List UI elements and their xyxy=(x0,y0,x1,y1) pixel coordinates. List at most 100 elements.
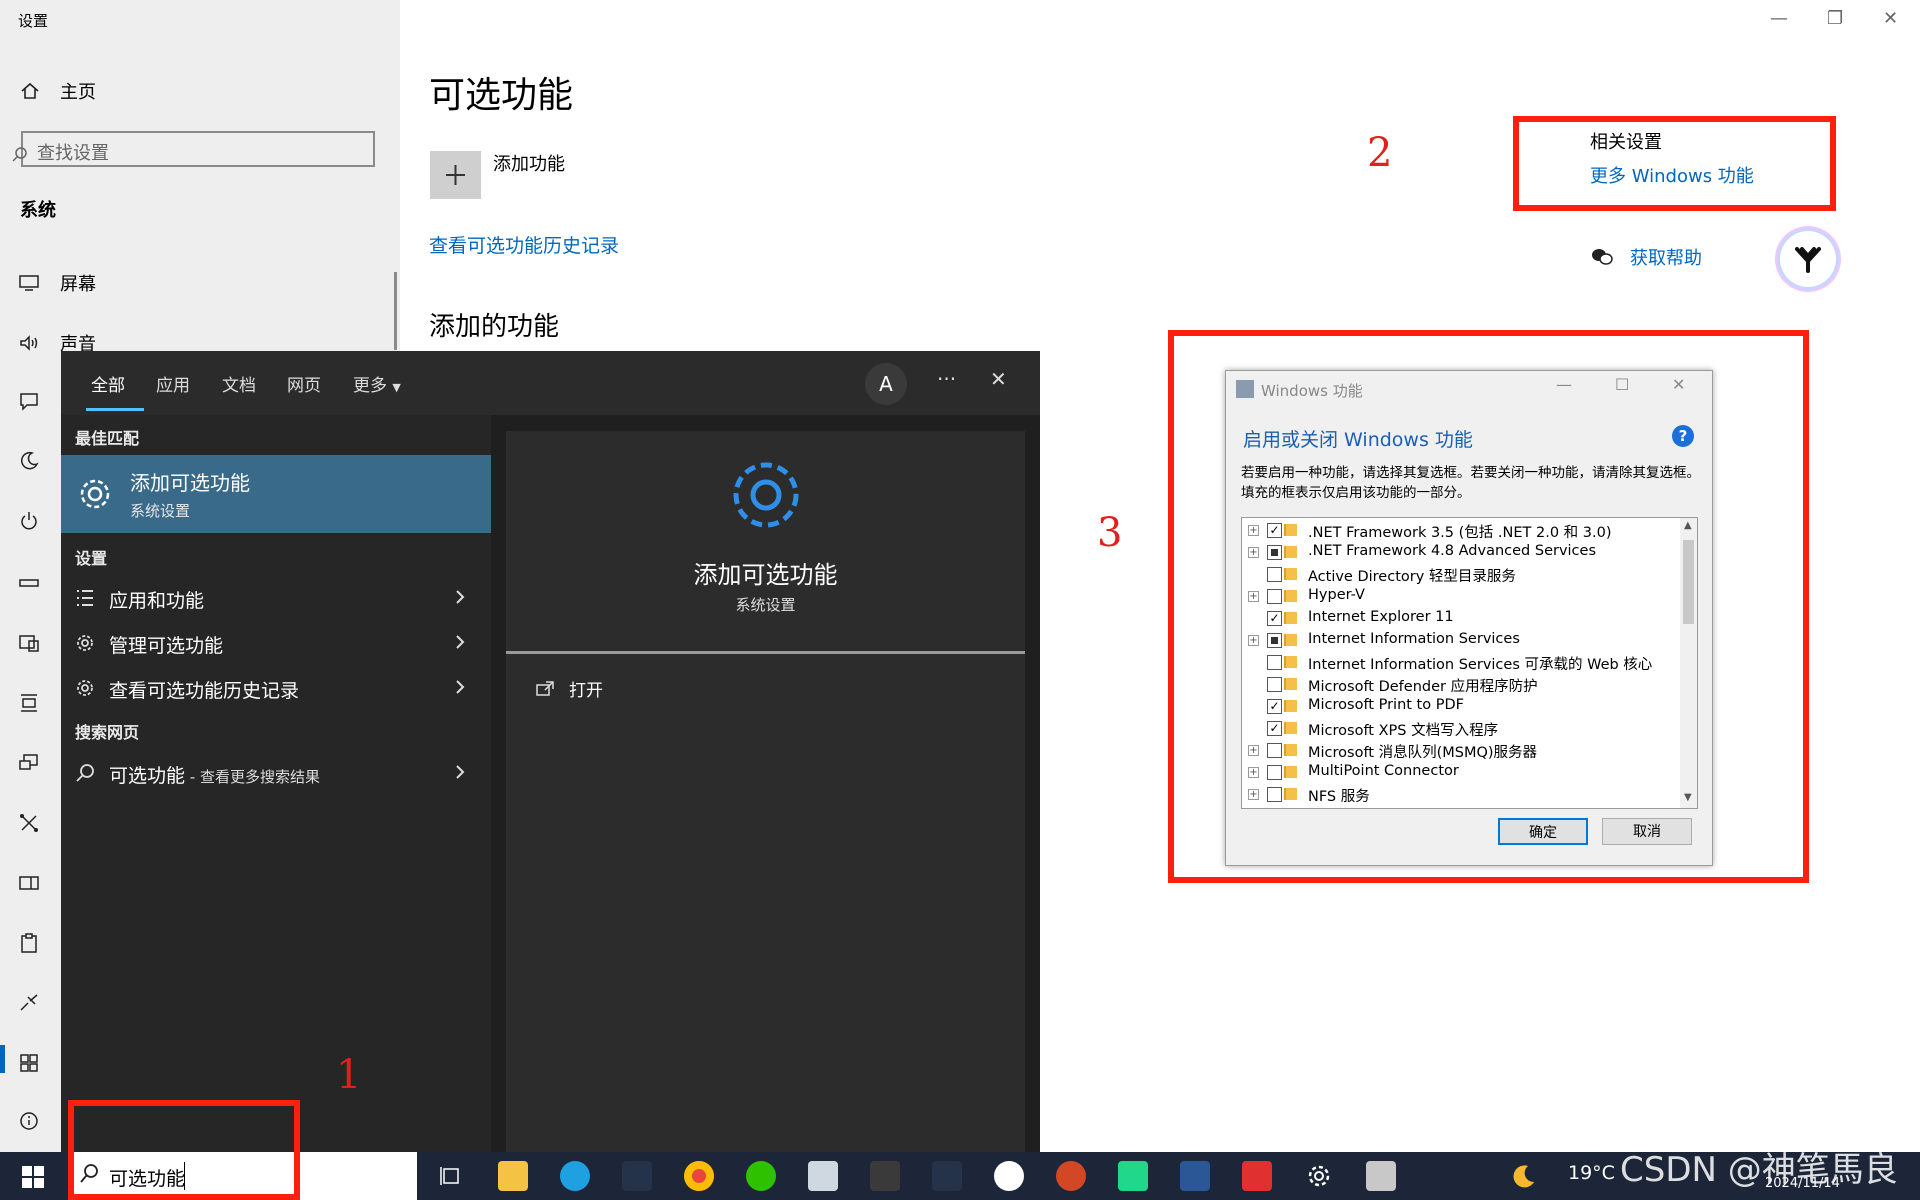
expand-icon[interactable]: + xyxy=(1248,745,1259,756)
multitask-icon[interactable] xyxy=(18,692,40,714)
tab-apps[interactable]: 应用 xyxy=(156,371,190,396)
projecting-icon[interactable] xyxy=(18,752,40,774)
close-icon[interactable]: ✕ xyxy=(1883,8,1898,29)
minimize-icon[interactable]: — xyxy=(1770,8,1788,29)
notification-icon[interactable] xyxy=(18,390,40,412)
expand-icon[interactable]: + xyxy=(1248,789,1259,800)
more-options-icon[interactable]: ··· xyxy=(937,367,956,391)
tablet-icon[interactable] xyxy=(18,632,40,654)
feature-row[interactable]: + Hyper-V xyxy=(1242,586,1672,608)
view-history-link[interactable]: 查看可选功能历史记录 xyxy=(429,231,619,258)
expand-icon[interactable]: + xyxy=(1248,767,1259,778)
feature-row[interactable]: + NFS 服务 xyxy=(1242,784,1672,806)
start-icon[interactable] xyxy=(22,1166,44,1188)
task-view-icon[interactable] xyxy=(436,1161,466,1191)
assistant-logo-icon[interactable] xyxy=(1780,231,1836,287)
edge-icon[interactable] xyxy=(560,1161,590,1191)
maximize-icon[interactable]: ☐ xyxy=(1615,375,1629,394)
chrome-icon[interactable] xyxy=(684,1161,714,1191)
terminal-icon[interactable] xyxy=(870,1161,900,1191)
feature-row[interactable]: Microsoft Defender 应用程序防护 xyxy=(1242,674,1672,696)
settings-gear-icon[interactable] xyxy=(1304,1161,1334,1191)
feature-checkbox[interactable] xyxy=(1267,787,1282,802)
feature-row[interactable]: + MultiPoint Connector xyxy=(1242,762,1672,784)
remote-desktop-icon[interactable] xyxy=(18,992,40,1014)
help-icon[interactable]: ? xyxy=(1672,425,1694,447)
app-icon[interactable] xyxy=(1366,1161,1396,1191)
minimize-icon[interactable]: — xyxy=(1556,375,1572,394)
feature-row[interactable]: Internet Information Services 可承载的 Web 核… xyxy=(1242,652,1672,674)
feature-checkbox[interactable] xyxy=(1267,545,1282,560)
tree-scroll-thumb[interactable] xyxy=(1683,540,1694,624)
ok-button[interactable]: 确定 xyxy=(1498,818,1588,845)
feature-row[interactable]: ✓ Microsoft XPS 文档写入程序 xyxy=(1242,718,1672,740)
feature-checkbox[interactable] xyxy=(1267,743,1282,758)
feature-checkbox[interactable] xyxy=(1267,765,1282,780)
about-icon[interactable] xyxy=(18,1110,40,1132)
tab-documents[interactable]: 文档 xyxy=(222,371,256,396)
result-manage-optional-features[interactable]: 管理可选功能 xyxy=(61,621,491,665)
file-explorer-icon[interactable] xyxy=(498,1161,528,1191)
clipboard-icon[interactable] xyxy=(18,932,40,954)
scroll-up-icon[interactable]: ▲ xyxy=(1684,520,1692,531)
feature-row[interactable]: ✓ Internet Explorer 11 xyxy=(1242,608,1672,630)
zy-app-icon[interactable] xyxy=(1242,1161,1272,1191)
qq-icon[interactable] xyxy=(994,1161,1024,1191)
feature-checkbox[interactable]: ✓ xyxy=(1267,721,1282,736)
power-icon[interactable] xyxy=(18,510,40,532)
restore-icon[interactable]: ❐ xyxy=(1827,8,1843,29)
features-tree[interactable]: ▲ ▼ + ✓ .NET Framework 3.5 (包括 .NET 2.0 和 … xyxy=(1241,517,1698,809)
feature-checkbox[interactable] xyxy=(1267,677,1282,692)
expand-icon[interactable]: + xyxy=(1248,591,1259,602)
add-feature-button[interactable] xyxy=(430,151,481,199)
feature-checkbox[interactable]: ✓ xyxy=(1267,611,1282,626)
cancel-button[interactable]: 取消 xyxy=(1602,818,1692,845)
result-view-history[interactable]: 查看可选功能历史记录 xyxy=(61,666,491,710)
sidebar-scrollbar[interactable] xyxy=(394,272,397,350)
app-icon[interactable] xyxy=(808,1161,838,1191)
feature-checkbox[interactable]: ✓ xyxy=(1267,699,1282,714)
close-icon[interactable]: ✕ xyxy=(990,367,1007,391)
get-help-link[interactable]: 获取帮助 xyxy=(1590,244,1702,270)
pycharm-icon[interactable] xyxy=(1118,1161,1148,1191)
app-icon[interactable] xyxy=(932,1161,962,1191)
tab-all[interactable]: 全部 xyxy=(91,371,125,396)
close-icon[interactable]: ✕ xyxy=(1672,375,1685,394)
feature-checkbox[interactable] xyxy=(1267,655,1282,670)
feature-row[interactable]: + ✓ .NET Framework 3.5 (包括 .NET 2.0 和 3.0) xyxy=(1242,520,1672,542)
powerpoint-icon[interactable] xyxy=(1056,1161,1086,1191)
feature-checkbox[interactable] xyxy=(1267,589,1282,604)
open-action[interactable]: 打开 xyxy=(535,676,603,701)
expand-icon[interactable]: + xyxy=(1248,547,1259,558)
optional-features-icon[interactable] xyxy=(18,1052,40,1074)
feature-row[interactable]: ✓ Microsoft Print to PDF xyxy=(1242,696,1672,718)
expand-icon[interactable]: + xyxy=(1248,635,1259,646)
scroll-down-icon[interactable]: ▼ xyxy=(1684,792,1692,803)
wechat-icon[interactable] xyxy=(746,1161,776,1191)
feature-row[interactable]: Active Directory 轻型目录服务 xyxy=(1242,564,1672,586)
feature-checkbox[interactable] xyxy=(1267,567,1282,582)
add-feature-label[interactable]: 添加功能 xyxy=(493,150,565,176)
avatar[interactable]: A xyxy=(865,363,907,405)
tab-web[interactable]: 网页 xyxy=(287,371,321,396)
sidebar-item-display[interactable]: 屏幕 xyxy=(18,270,96,296)
feature-row[interactable]: + .NET Framework 4.8 Advanced Services xyxy=(1242,542,1672,564)
result-apps-features[interactable]: 应用和功能 xyxy=(61,576,491,620)
best-match-item[interactable] xyxy=(61,455,491,533)
settings-search-input[interactable]: 查找设置 xyxy=(12,131,375,167)
result-web-search[interactable]: 可选功能 - 查看更多搜索结果 xyxy=(61,751,491,795)
tab-more[interactable]: 更多 ▼ xyxy=(353,371,401,396)
feature-row[interactable]: + Internet Information Services xyxy=(1242,630,1672,652)
weather-temperature[interactable]: 19°C xyxy=(1568,1162,1615,1184)
feature-checkbox[interactable]: ✓ xyxy=(1267,523,1282,538)
storage-icon[interactable] xyxy=(18,572,40,594)
feature-checkbox[interactable] xyxy=(1267,633,1282,648)
feature-row[interactable]: + Microsoft 消息队列(MSMQ)服务器 xyxy=(1242,740,1672,762)
sidebar-home[interactable]: 主页 xyxy=(20,78,96,104)
focus-assist-icon[interactable] xyxy=(18,450,40,472)
expand-icon[interactable]: + xyxy=(1248,525,1259,536)
shared-experiences-icon[interactable] xyxy=(18,812,40,834)
word-icon[interactable] xyxy=(1180,1161,1210,1191)
taskbar-panel-icon[interactable] xyxy=(18,872,40,894)
app-icon[interactable] xyxy=(622,1161,652,1191)
